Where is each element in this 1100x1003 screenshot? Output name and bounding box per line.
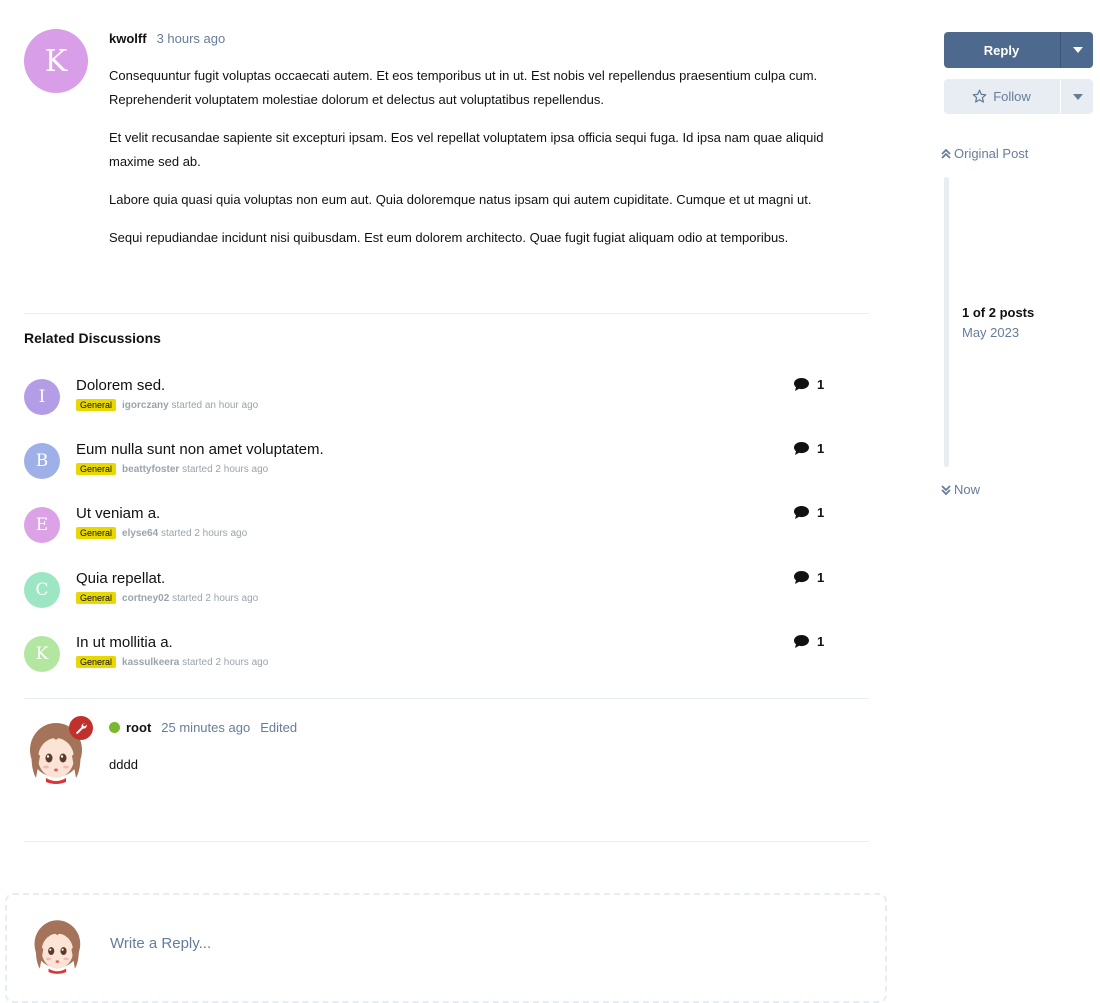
reply-count: 1: [794, 441, 824, 456]
discussion-meta: General igorczany started an hour ago: [76, 399, 258, 411]
post-header: root 25 minutes ago Edited: [109, 720, 297, 735]
discussion-author[interactable]: elyse64: [122, 528, 158, 539]
discussion-author[interactable]: igorczany: [122, 400, 169, 411]
discussion-meta: General beattyfoster started 2 hours ago: [76, 463, 268, 475]
reply-count-value: 1: [817, 505, 825, 520]
post-time[interactable]: 25 minutes ago: [161, 720, 250, 735]
post-body: Consequuntur fugit voluptas occaecati au…: [109, 64, 869, 264]
discussion-author[interactable]: beattyfoster: [122, 464, 179, 475]
discussion-meta: General elyse64 started 2 hours ago: [76, 527, 247, 539]
avatar[interactable]: K: [24, 636, 60, 672]
original-post-link[interactable]: Original Post: [941, 146, 1028, 161]
related-discussion-item[interactable]: E Ut veniam a. General elyse64 started 2…: [24, 505, 834, 553]
avatar[interactable]: C: [24, 572, 60, 608]
post-paragraph: Consequuntur fugit voluptas occaecati au…: [109, 68, 818, 107]
reply-button-group: Reply: [944, 32, 1093, 68]
discussion-title[interactable]: Ut veniam a.: [76, 505, 160, 522]
discussion-title[interactable]: In ut mollitia a.: [76, 634, 173, 651]
user-avatar-image: [34, 920, 81, 974]
reply-count-value: 1: [817, 441, 825, 456]
discussion-author[interactable]: kassulkeera: [122, 657, 179, 668]
related-discussion-item[interactable]: C Quia repellat. General cortney02 start…: [24, 570, 834, 618]
related-discussions-heading: Related Discussions: [24, 330, 161, 346]
scrubber-track[interactable]: [944, 177, 949, 467]
caret-down-icon: [1072, 93, 1083, 100]
post-paragraph: Et velit recusandae sapiente sit exceptu…: [109, 130, 824, 169]
discussion-started: started 2 hours ago: [182, 656, 269, 668]
avatar[interactable]: B: [24, 443, 60, 479]
caret-down-icon: [1072, 47, 1083, 53]
related-discussion-item[interactable]: I Dolorem sed. General igorczany started…: [24, 377, 834, 425]
post-body: dddd: [109, 753, 869, 791]
discussion-meta: General cortney02 started 2 hours ago: [76, 592, 258, 604]
discussion-started: started 2 hours ago: [160, 527, 248, 539]
reply-count-value: 1: [817, 377, 825, 392]
wrench-icon: [76, 722, 87, 734]
divider: [24, 698, 869, 699]
comment-icon: [794, 378, 809, 391]
follow-dropdown-button[interactable]: [1060, 79, 1093, 114]
discussion-started: started an hour ago: [171, 399, 259, 411]
comment-icon: [794, 635, 809, 648]
post-date: May 2023: [962, 325, 1020, 340]
post-header: kwolff 3 hours ago: [109, 31, 225, 46]
comment-icon: [794, 442, 809, 455]
reply-count-value: 1: [817, 570, 825, 585]
follow-button[interactable]: Follow: [944, 79, 1059, 114]
discussion-started: started 2 hours ago: [182, 463, 269, 475]
follow-button-group: Follow: [944, 79, 1093, 114]
post-username[interactable]: kwolff: [109, 31, 147, 46]
reply-count: 1: [794, 634, 824, 649]
reply-count-value: 1: [817, 634, 825, 649]
tag-badge[interactable]: General: [76, 592, 117, 604]
related-discussion-item[interactable]: K In ut mollitia a. General kassulkeera …: [24, 634, 834, 682]
tag-badge[interactable]: General: [76, 463, 117, 475]
related-discussion-item[interactable]: B Eum nulla sunt non amet voluptatem. Ge…: [24, 441, 834, 489]
tag-badge[interactable]: General: [76, 656, 117, 668]
online-indicator: [109, 722, 120, 733]
star-icon: [972, 89, 987, 103]
reply-dropdown-button[interactable]: [1060, 32, 1093, 68]
post-username[interactable]: root: [126, 720, 151, 735]
discussion-title[interactable]: Eum nulla sunt non amet voluptatem.: [76, 441, 324, 458]
post-paragraph: Labore quia quasi quia voluptas non eum …: [109, 192, 812, 207]
post-paragraph: dddd: [109, 757, 138, 772]
double-chevron-up-icon: [941, 148, 951, 159]
discussion-author[interactable]: cortney02: [122, 593, 169, 604]
reply-placeholder[interactable]: Write a Reply...: [110, 935, 211, 952]
discussion-started: started 2 hours ago: [172, 592, 259, 604]
moderator-badge: [69, 716, 93, 740]
tag-badge[interactable]: General: [76, 527, 117, 539]
divider: [24, 313, 869, 314]
post-count: 1 of 2 posts: [962, 305, 1035, 320]
tag-badge[interactable]: General: [76, 399, 117, 411]
original-post-label: Original Post: [954, 146, 1029, 161]
comment-icon: [794, 571, 809, 584]
now-link[interactable]: Now: [941, 482, 980, 497]
avatar[interactable]: K: [24, 29, 88, 93]
discussion-title[interactable]: Dolorem sed.: [76, 377, 165, 394]
avatar[interactable]: E: [24, 507, 60, 543]
discussion-title[interactable]: Quia repellat.: [76, 570, 165, 587]
post-time[interactable]: 3 hours ago: [157, 31, 226, 46]
reply-count: 1: [794, 377, 824, 392]
follow-label: Follow: [993, 89, 1031, 104]
edited-label[interactable]: Edited: [260, 720, 297, 735]
reply-button[interactable]: Reply: [944, 32, 1059, 68]
comment-icon: [794, 506, 809, 519]
reply-count: 1: [794, 570, 824, 585]
post-paragraph: Sequi repudiandae incidunt nisi quibusda…: [109, 230, 789, 245]
discussion-meta: General kassulkeera started 2 hours ago: [76, 656, 268, 668]
avatar[interactable]: I: [24, 379, 60, 415]
divider: [24, 841, 869, 842]
reply-count: 1: [794, 505, 824, 520]
double-chevron-down-icon: [941, 484, 951, 495]
now-label: Now: [954, 482, 981, 497]
